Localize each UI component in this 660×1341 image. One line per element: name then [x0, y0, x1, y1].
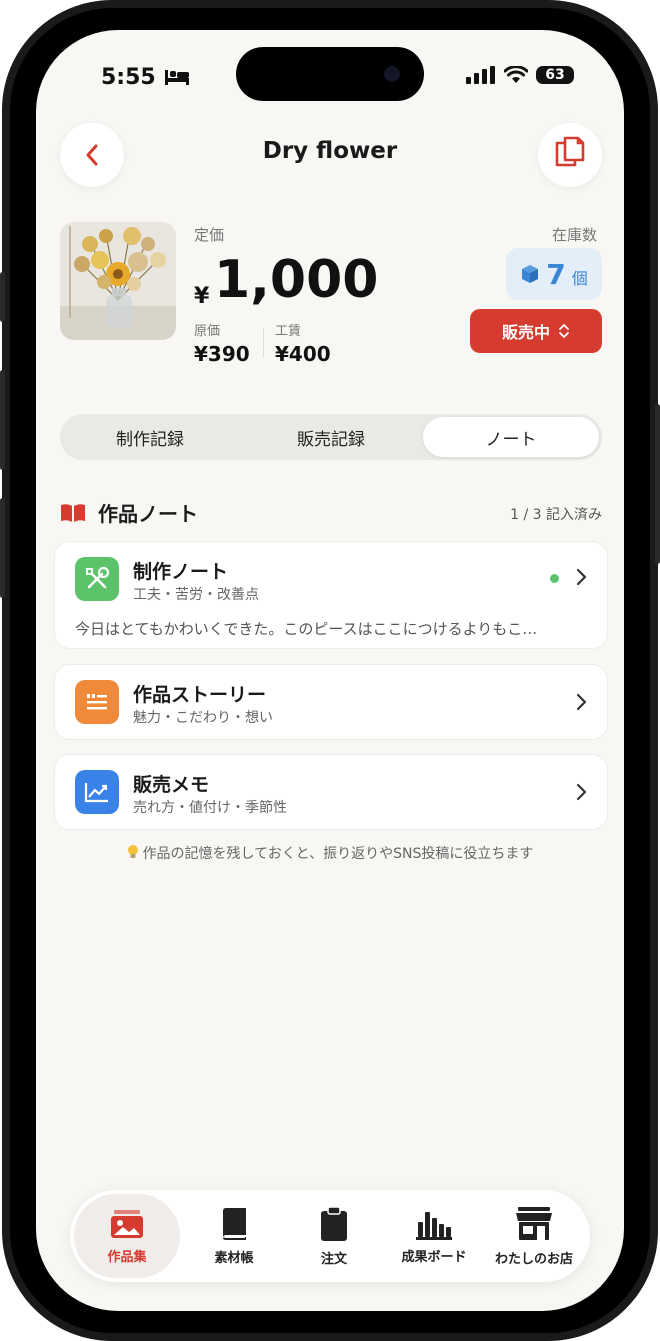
- labor-label: 工賃: [275, 324, 302, 339]
- sale-status-button[interactable]: 販売中: [470, 309, 602, 353]
- chevron-up-down-icon: [559, 323, 569, 339]
- lightbulb-icon: [127, 845, 138, 858]
- tab-notes[interactable]: ノート: [423, 417, 599, 457]
- cellular-signal-icon: [466, 66, 495, 84]
- bottom-tab-bar: 作品集 素材帳 注文 成果ボード わたしのお店: [70, 1190, 590, 1282]
- note-card-production[interactable]: 制作ノート 工夫・苦労・改善点 今日はとてもかわいくできた。このピースはここにつ…: [54, 541, 608, 649]
- dry-flower-image: [60, 222, 176, 340]
- stock-badge[interactable]: 7 個: [506, 248, 602, 300]
- page-title: Dry flower: [262, 138, 398, 164]
- stock-label: 在庫数: [552, 226, 598, 244]
- action-button: [0, 272, 5, 322]
- notes-progress: 1 / 3 記入済み: [510, 507, 602, 523]
- cube-icon: [522, 265, 539, 283]
- notes-section-title: 作品ノート: [98, 502, 198, 526]
- notes-hint-text: 作品の記憶を残しておくと、振り返りやSNS投稿に役立ちます: [142, 846, 534, 862]
- note-card-subtitle: 工夫・苦労・改善点: [133, 587, 259, 603]
- clipboard-icon: [321, 1205, 347, 1241]
- note-card-subtitle: 売れ方・値付け・季節性: [133, 800, 287, 816]
- chevron-right-icon: [576, 693, 587, 711]
- quote-icon: [75, 680, 119, 724]
- tab-production-record[interactable]: 制作記録: [60, 414, 240, 460]
- volume-up-button: [0, 370, 5, 470]
- price-currency: ¥: [194, 284, 210, 309]
- note-card-title: 販売メモ: [133, 774, 210, 796]
- tools-icon: [75, 557, 119, 601]
- entry-indicator-dot: [550, 574, 559, 583]
- tab-label: 成果ボード: [401, 1249, 467, 1265]
- notes-hint: 作品の記憶を残しておくと、振り返りやSNS投稿に役立ちます: [36, 843, 624, 863]
- note-card-title: 制作ノート: [133, 561, 229, 583]
- price-divider: [263, 328, 264, 358]
- stock-value: 7: [546, 257, 566, 291]
- product-thumbnail[interactable]: [60, 222, 176, 340]
- copy-button[interactable]: [538, 123, 602, 187]
- power-button: [655, 404, 660, 564]
- tab-label: 注文: [320, 1251, 347, 1267]
- notes-section-header: 作品ノート: [60, 498, 198, 527]
- gallery-icon: [111, 1209, 143, 1238]
- cost-label: 原価: [194, 324, 221, 339]
- record-tabs: 制作記録 販売記録 ノート: [60, 414, 602, 460]
- price-value: 1,000: [214, 250, 379, 310]
- note-card-story[interactable]: 作品ストーリー 魅力・こだわり・想い: [54, 664, 608, 740]
- book-icon: [223, 1207, 246, 1240]
- open-book-icon: [61, 503, 85, 522]
- note-preview-text: 今日はとてもかわいくできた。このピースはここにつけるよりもこ…: [75, 620, 538, 638]
- store-icon: [516, 1206, 552, 1240]
- volume-down-button: [0, 498, 5, 598]
- note-card-title: 作品ストーリー: [133, 684, 267, 706]
- wifi-icon: [504, 66, 528, 83]
- sleep-bed-icon: [165, 70, 189, 85]
- note-card-subtitle: 魅力・こだわり・想い: [133, 710, 273, 726]
- sale-status-label: 販売中: [501, 323, 550, 342]
- labor-value: ¥400: [275, 342, 331, 366]
- tab-gallery[interactable]: 作品集: [74, 1194, 180, 1278]
- tab-sales-record[interactable]: 販売記録: [241, 414, 421, 460]
- status-time: 5:55: [101, 65, 156, 90]
- tab-orders[interactable]: 注文: [282, 1190, 386, 1282]
- price-label: 定価: [194, 226, 225, 244]
- bar-chart-icon: [416, 1211, 452, 1240]
- battery-indicator: 63: [536, 66, 574, 84]
- note-card-sales[interactable]: 販売メモ 売れ方・値付け・季節性: [54, 754, 608, 830]
- app-screen: 5:55 63 Dry flower 定価 ¥ 1,000 原価 ¥390 工賃…: [36, 30, 624, 1311]
- copy-icon: [555, 136, 585, 167]
- chevron-right-icon: [576, 783, 587, 801]
- chevron-right-icon: [576, 568, 587, 586]
- tab-label: 作品集: [107, 1249, 147, 1265]
- tab-materials[interactable]: 素材帳: [182, 1190, 286, 1282]
- chart-icon: [75, 770, 119, 814]
- tab-my-shop[interactable]: わたしのお店: [482, 1190, 586, 1282]
- status-indicators: 63: [466, 66, 574, 84]
- tab-label: わたしのお店: [494, 1251, 573, 1267]
- dynamic-island: [236, 47, 424, 101]
- tab-results[interactable]: 成果ボード: [382, 1190, 486, 1282]
- tab-label: 素材帳: [214, 1250, 254, 1266]
- cost-value: ¥390: [194, 342, 250, 366]
- stock-unit: 個: [571, 269, 588, 288]
